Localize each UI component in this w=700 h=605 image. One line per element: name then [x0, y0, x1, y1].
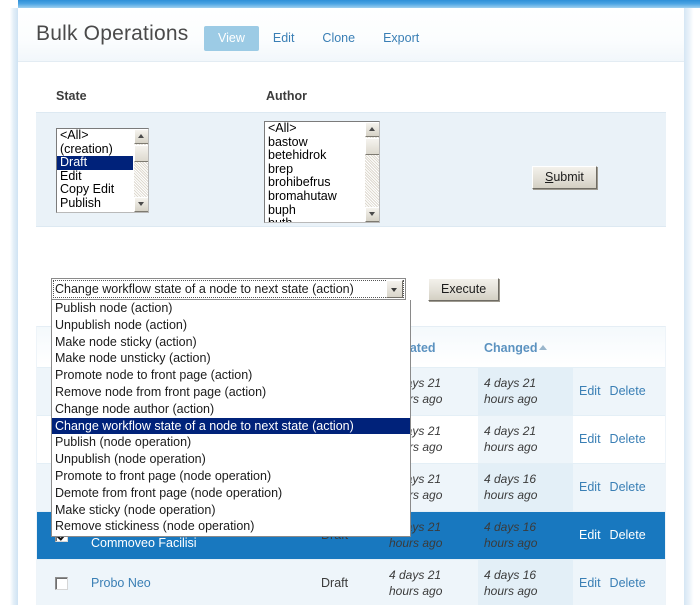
- execute-button[interactable]: Execute: [428, 278, 499, 301]
- row-delete-link[interactable]: Delete: [610, 480, 646, 494]
- scroll-up-arrow-icon[interactable]: [365, 122, 380, 137]
- state-listbox-scrollbar[interactable]: [133, 129, 148, 212]
- row-delete-link[interactable]: Delete: [610, 384, 646, 398]
- row-title-cell: Probo Neo: [85, 560, 315, 605]
- row-changed-cell: 4 days 21 hours ago: [478, 416, 573, 464]
- row-state-cell: Draft: [315, 560, 383, 605]
- filters-panel: <All>(creation)DraftEditCopy EditPublish…: [36, 112, 666, 227]
- operation-option[interactable]: Change node author (action): [52, 401, 410, 418]
- row-changed-cell: 4 days 16 hours ago: [478, 464, 573, 512]
- operation-option[interactable]: Promote to front page (node operation): [52, 468, 410, 485]
- state-option[interactable]: <All>: [57, 129, 133, 143]
- state-option[interactable]: Edit: [57, 170, 133, 184]
- row-delete-link[interactable]: Delete: [610, 432, 646, 446]
- author-option[interactable]: buph: [265, 204, 364, 218]
- state-option[interactable]: Draft: [57, 156, 133, 170]
- author-listbox-items[interactable]: <All>bastowbetehidrokbrepbrohibefrusbrom…: [265, 122, 364, 222]
- row-edit-link[interactable]: Edit: [579, 384, 601, 398]
- tab-export[interactable]: Export: [369, 26, 433, 51]
- filter-labels-row: State Author: [36, 84, 666, 108]
- row-delete-link[interactable]: Delete: [610, 576, 646, 590]
- operation-option[interactable]: Unpublish node (action): [52, 317, 410, 334]
- author-listbox[interactable]: <All>bastowbetehidrokbrepbrohibefrusbrom…: [264, 121, 380, 223]
- row-edit-link[interactable]: Edit: [579, 480, 601, 494]
- row-delete-link[interactable]: Delete: [610, 528, 646, 542]
- sort-ascending-icon: [539, 345, 547, 350]
- tab-clone[interactable]: Clone: [308, 26, 369, 51]
- row-operations-cell: Edit Delete: [573, 464, 666, 512]
- scroll-down-arrow-icon[interactable]: [365, 207, 380, 222]
- table-row[interactable]: Probo Neo Draft4 days 21 hours ago4 days …: [37, 560, 666, 605]
- state-listbox[interactable]: <All>(creation)DraftEditCopy EditPublish: [56, 128, 149, 213]
- scrollbar-thumb[interactable]: [134, 145, 149, 162]
- scroll-up-arrow-icon[interactable]: [134, 129, 149, 144]
- page-left-gutter: [0, 0, 18, 605]
- operation-option[interactable]: Promote node to front page (action): [52, 367, 410, 384]
- operation-select[interactable]: Change workflow state of a node to next …: [51, 278, 406, 300]
- operation-option[interactable]: Publish (node operation): [52, 434, 410, 451]
- operation-option[interactable]: Remove node from front page (action): [52, 384, 410, 401]
- col-header-operations: [573, 327, 666, 368]
- author-option[interactable]: betehidrok: [265, 149, 364, 163]
- operation-option[interactable]: Make sticky (node operation): [52, 502, 410, 519]
- state-label: State: [56, 89, 87, 103]
- author-option[interactable]: bromahutaw: [265, 190, 364, 204]
- operation-select-dropdown[interactable]: Publish node (action)Unpublish node (act…: [51, 300, 411, 537]
- row-title-link[interactable]: Probo Neo: [91, 576, 151, 590]
- page-header: Bulk Operations ViewEditCloneExport: [18, 8, 684, 62]
- operation-option[interactable]: Publish node (action): [52, 300, 410, 317]
- author-option[interactable]: <All>: [265, 122, 364, 136]
- author-listbox-scrollbar[interactable]: [364, 122, 379, 222]
- author-label: Author: [266, 89, 307, 103]
- operation-option[interactable]: Unpublish (node operation): [52, 451, 410, 468]
- browser-top-strip-corner: [0, 0, 18, 8]
- row-changed-cell: 4 days 21 hours ago: [478, 368, 573, 416]
- page-canvas: Bulk Operations ViewEditCloneExport Stat…: [18, 8, 684, 605]
- scroll-down-arrow-icon[interactable]: [134, 197, 149, 212]
- tab-bar: ViewEditCloneExport: [204, 26, 433, 51]
- operation-option[interactable]: Make node unsticky (action): [52, 350, 410, 367]
- tab-edit[interactable]: Edit: [259, 26, 309, 51]
- operation-option[interactable]: Demote from front page (node operation): [52, 485, 410, 502]
- scrollbar-thumb[interactable]: [365, 138, 380, 155]
- row-operations-cell: Edit Delete: [573, 560, 666, 605]
- row-changed-cell: 4 days 16 hours ago: [478, 512, 573, 560]
- author-option[interactable]: brohibefrus: [265, 176, 364, 190]
- operation-bar: Change workflow state of a node to next …: [36, 278, 666, 300]
- row-checkbox[interactable]: [55, 577, 68, 590]
- state-listbox-items[interactable]: <All>(creation)DraftEditCopy EditPublish: [57, 129, 133, 212]
- operation-option[interactable]: Remove stickiness (node operation): [52, 518, 410, 535]
- chevron-down-icon[interactable]: [386, 280, 403, 298]
- row-edit-link[interactable]: Edit: [579, 432, 601, 446]
- row-operations-cell: Edit Delete: [573, 416, 666, 464]
- row-changed-cell: 4 days 16 hours ago: [478, 560, 573, 605]
- author-option[interactable]: brep: [265, 163, 364, 177]
- operation-select-value: Change workflow state of a node to next …: [55, 282, 386, 296]
- screen: Bulk Operations ViewEditCloneExport Stat…: [0, 0, 700, 605]
- state-option[interactable]: Publish: [57, 197, 133, 211]
- operation-option[interactable]: Change workflow state of a node to next …: [52, 418, 410, 435]
- row-edit-link[interactable]: Edit: [579, 528, 601, 542]
- row-edit-link[interactable]: Edit: [579, 576, 601, 590]
- tab-view[interactable]: View: [204, 26, 259, 51]
- col-header-changed[interactable]: Changed: [478, 327, 573, 368]
- page-title: Bulk Operations: [36, 22, 188, 46]
- submit-button[interactable]: Submit: [532, 166, 597, 189]
- col-header-changed-label: Changed: [484, 341, 537, 355]
- row-select-cell[interactable]: [37, 560, 85, 605]
- page-right-gutter: [684, 8, 700, 605]
- state-option[interactable]: (creation): [57, 143, 133, 157]
- row-operations-cell: Edit Delete: [573, 512, 666, 560]
- operation-option[interactable]: Make node sticky (action): [52, 334, 410, 351]
- row-operations-cell: Edit Delete: [573, 368, 666, 416]
- browser-top-strip: [0, 0, 700, 8]
- row-created-cell: 4 days 21 hours ago: [383, 560, 478, 605]
- author-option[interactable]: buth: [265, 217, 364, 222]
- state-option[interactable]: Copy Edit: [57, 183, 133, 197]
- author-option[interactable]: bastow: [265, 136, 364, 150]
